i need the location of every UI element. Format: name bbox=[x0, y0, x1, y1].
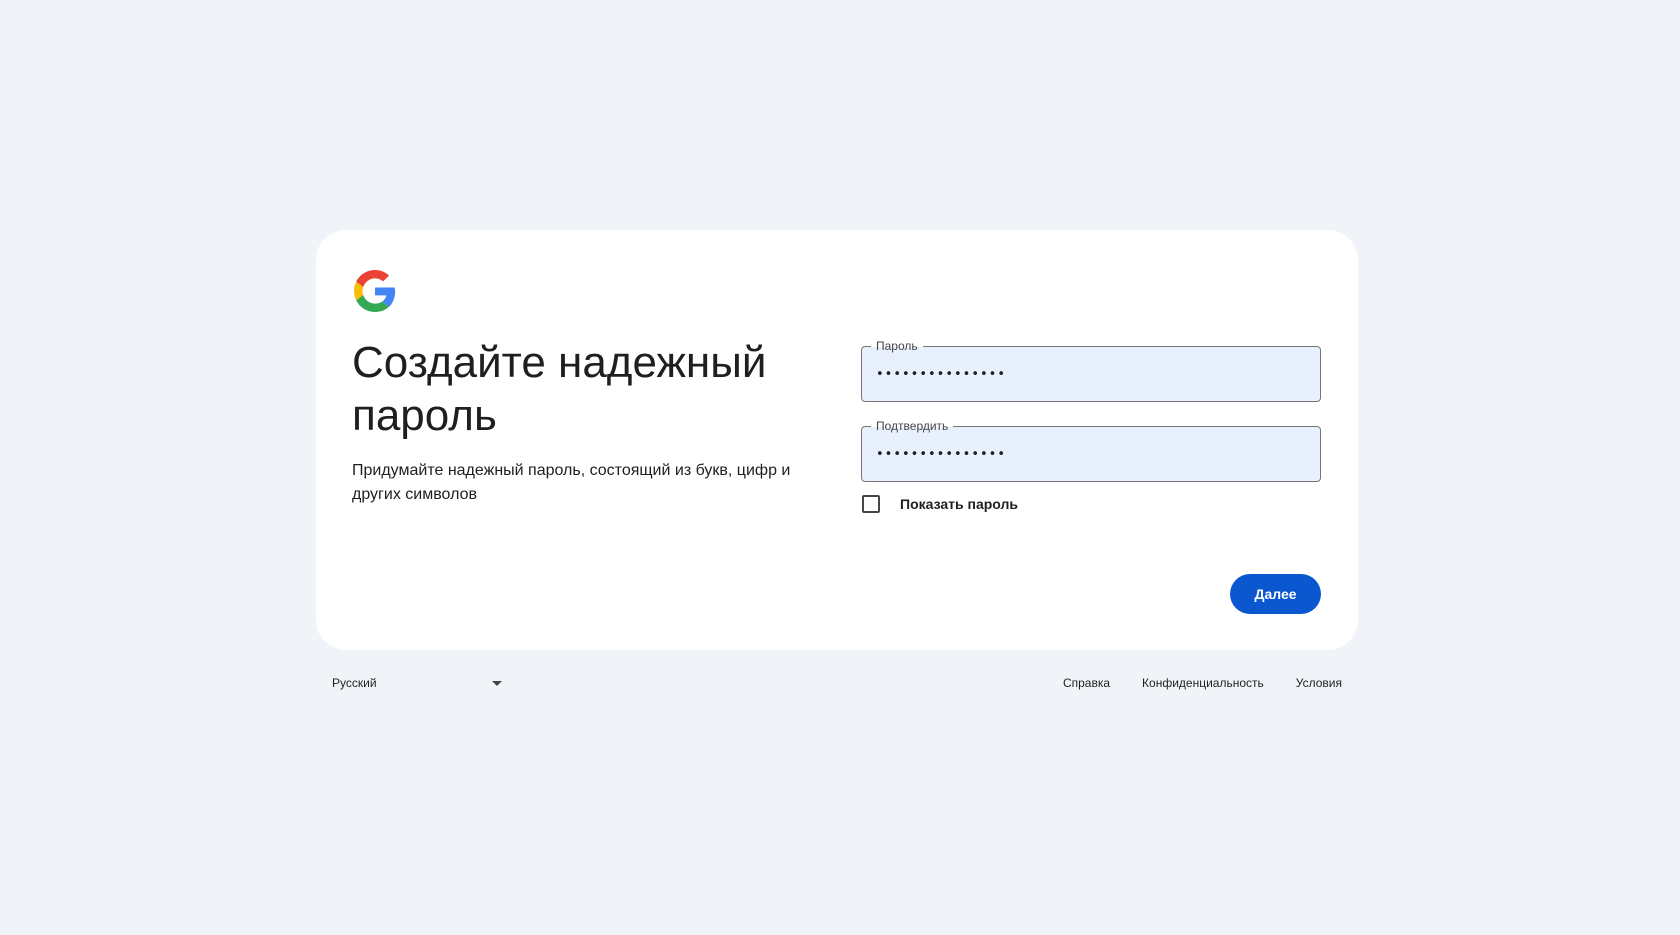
confirm-password-input[interactable] bbox=[876, 443, 1296, 465]
footer-links: Справка Конфиденциальность Условия bbox=[1031, 672, 1342, 694]
password-field-label: Пароль bbox=[871, 338, 923, 354]
terms-link[interactable]: Условия bbox=[1296, 676, 1342, 690]
signup-card: Создайте надежный пароль Придумайте наде… bbox=[316, 230, 1358, 650]
show-password-toggle[interactable]: Показать пароль bbox=[862, 493, 1018, 515]
password-input[interactable] bbox=[876, 363, 1296, 385]
confirm-password-field-label: Подтвердить bbox=[871, 418, 954, 434]
chevron-down-icon[interactable] bbox=[492, 680, 502, 686]
confirm-password-field[interactable]: Подтвердить bbox=[861, 418, 1321, 482]
footer: Русский Справка Конфиденциальность Услов… bbox=[316, 672, 1358, 694]
next-button[interactable]: Далее bbox=[1230, 574, 1321, 614]
language-select[interactable]: Русский bbox=[332, 672, 502, 694]
privacy-link[interactable]: Конфиденциальность bbox=[1142, 676, 1264, 690]
show-password-label[interactable]: Показать пароль bbox=[900, 496, 1018, 512]
password-field[interactable]: Пароль bbox=[861, 338, 1321, 402]
page-subtitle: Придумайте надежный пароль, состоящий из… bbox=[352, 462, 791, 503]
google-g-icon bbox=[354, 270, 396, 312]
show-password-checkbox[interactable] bbox=[862, 495, 880, 513]
help-link[interactable]: Справка bbox=[1063, 676, 1110, 690]
page-title: Создайте надежный пароль bbox=[352, 338, 767, 440]
language-select-value[interactable]: Русский bbox=[332, 676, 377, 690]
